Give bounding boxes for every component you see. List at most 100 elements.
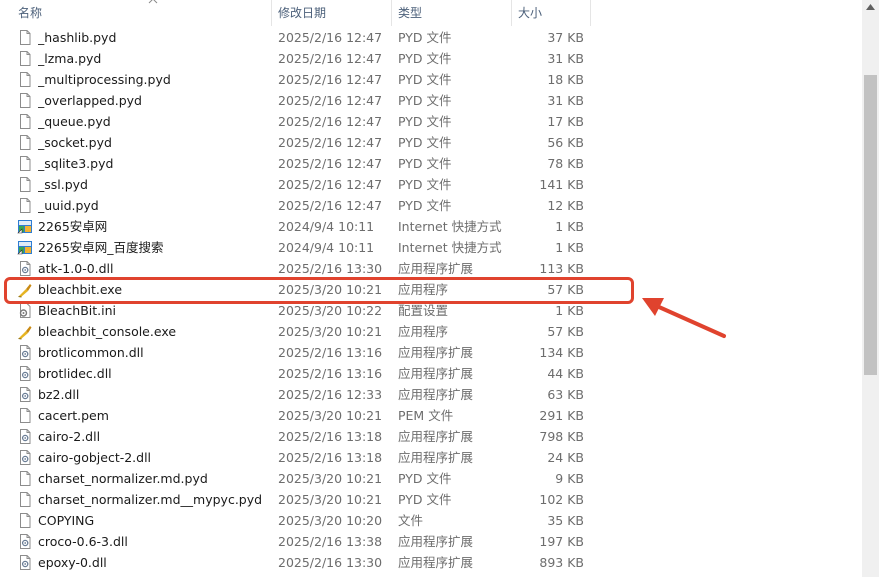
url-shortcut-icon — [17, 239, 33, 256]
file-type: PYD 文件 — [398, 198, 452, 213]
file-date: 2025/2/16 12:47 — [278, 135, 383, 150]
file-row[interactable]: bz2.dll 2025/2/16 12:33 应用程序扩展 63 KB — [0, 384, 862, 405]
file-date: 2025/2/16 12:47 — [278, 93, 383, 108]
file-name: cairo-2.dll — [38, 429, 101, 444]
file-name: _ssl.pyd — [38, 177, 88, 192]
column-header-date[interactable]: 修改日期 — [271, 0, 391, 26]
file-row[interactable]: croco-0.6-3.dll 2025/2/16 13:38 应用程序扩展 197 … — [0, 531, 862, 552]
file-row[interactable]: brotlicommon.dll 2025/2/16 13:16 应用程序扩展 134… — [0, 342, 862, 363]
file-date: 2025/2/16 12:47 — [278, 156, 383, 171]
dll-icon — [17, 365, 33, 382]
scrollbar-thumb[interactable] — [864, 75, 877, 375]
file-name: _socket.pyd — [38, 135, 112, 150]
file-name: 2265安卓网 — [38, 219, 108, 234]
vertical-scrollbar[interactable] — [862, 0, 879, 577]
file-type: PYD 文件 — [398, 51, 452, 66]
file-row[interactable]: cairo-2.dll 2025/2/16 13:18 应用程序扩展 798 KB — [0, 426, 862, 447]
file-name: _sqlite3.pyd — [38, 156, 114, 171]
file-type: PYD 文件 — [398, 135, 452, 150]
file-icon — [17, 197, 33, 214]
file-icon — [17, 29, 33, 46]
file-date: 2025/2/16 13:18 — [278, 429, 383, 444]
file-row[interactable]: _hashlib.pyd 2025/2/16 12:47 PYD 文件 37 KB — [0, 27, 862, 48]
file-icon — [17, 176, 33, 193]
file-icon — [17, 491, 33, 508]
dll-icon — [17, 554, 33, 571]
file-row[interactable]: 2265安卓网 2024/9/4 10:11 Internet 快捷方式 1 KB — [0, 216, 862, 237]
file-name: epoxy-0.dll — [38, 555, 107, 570]
file-icon — [17, 407, 33, 424]
file-name: _uuid.pyd — [38, 198, 99, 213]
file-type: 应用程序扩展 — [398, 450, 474, 465]
file-name: bleachbit_console.exe — [38, 324, 177, 339]
file-type: 应用程序扩展 — [398, 387, 474, 402]
file-size: 18 KB — [547, 72, 584, 87]
column-header-type-label: 类型 — [398, 6, 423, 20]
file-type: PEM 文件 — [398, 408, 454, 423]
file-size: 102 KB — [539, 492, 584, 507]
file-row[interactable]: brotlidec.dll 2025/2/16 13:16 应用程序扩展 44 KB — [0, 363, 862, 384]
file-row[interactable]: _sqlite3.pyd 2025/2/16 12:47 PYD 文件 78 KB — [0, 153, 862, 174]
column-header-name-label: 名称 — [18, 6, 43, 20]
file-size: 141 KB — [539, 177, 584, 192]
file-date: 2025/2/16 12:47 — [278, 72, 383, 87]
file-name: cacert.pem — [38, 408, 109, 423]
file-type: Internet 快捷方式 — [398, 240, 502, 255]
file-type: 应用程序扩展 — [398, 261, 474, 276]
ini-icon — [17, 302, 33, 319]
file-row[interactable]: charset_normalizer.md__mypyc.pyd 2025/3/2… — [0, 489, 862, 510]
file-row[interactable]: 2265安卓网_百度搜索 2024/9/4 10:11 Internet 快捷方式 1… — [0, 237, 862, 258]
file-row[interactable]: _uuid.pyd 2025/2/16 12:47 PYD 文件 12 KB — [0, 195, 862, 216]
file-size: 31 KB — [547, 93, 584, 108]
file-name: 2265安卓网_百度搜索 — [38, 240, 164, 255]
file-size: 197 KB — [539, 534, 584, 549]
file-row[interactable]: atk-1.0-0.dll 2025/2/16 13:30 应用程序扩展 113 KB — [0, 258, 862, 279]
file-row[interactable]: _ssl.pyd 2025/2/16 12:47 PYD 文件 141 KB — [0, 174, 862, 195]
file-row[interactable]: bleachbit_console.exe 2025/3/20 10:21 应用程序… — [0, 321, 862, 342]
file-date: 2025/2/16 13:16 — [278, 366, 383, 381]
file-row[interactable]: _multiprocessing.pyd 2025/2/16 12:47 PYD 文… — [0, 69, 862, 90]
file-row[interactable]: _socket.pyd 2025/2/16 12:47 PYD 文件 56 KB — [0, 132, 862, 153]
file-row[interactable]: cacert.pem 2025/3/20 10:21 PEM 文件 291 KB — [0, 405, 862, 426]
file-type: PYD 文件 — [398, 30, 452, 45]
file-type: PYD 文件 — [398, 93, 452, 108]
file-name: croco-0.6-3.dll — [38, 534, 128, 549]
file-size: 31 KB — [547, 51, 584, 66]
file-name: _lzma.pyd — [38, 51, 102, 66]
file-icon — [17, 155, 33, 172]
column-header-type[interactable]: 类型 — [391, 0, 511, 26]
file-row[interactable]: charset_normalizer.md.pyd 2025/3/20 10:21… — [0, 468, 862, 489]
sort-ascending-icon — [148, 0, 158, 4]
file-row[interactable]: _overlapped.pyd 2025/2/16 12:47 PYD 文件 31 K… — [0, 90, 862, 111]
file-name: _queue.pyd — [38, 114, 111, 129]
file-name: brotlicommon.dll — [38, 345, 144, 360]
file-row[interactable]: COPYING 2025/3/20 10:20 文件 35 KB — [0, 510, 862, 531]
scroll-up-icon[interactable] — [866, 4, 875, 10]
bleachbit-icon — [17, 323, 33, 340]
column-header-size[interactable]: 大小 — [511, 0, 591, 26]
file-name: _overlapped.pyd — [38, 93, 142, 108]
file-type: 应用程序扩展 — [398, 429, 474, 444]
file-size: 291 KB — [539, 408, 584, 423]
file-type: PYD 文件 — [398, 492, 452, 507]
annotation-highlight-box — [4, 277, 634, 304]
file-date: 2025/2/16 12:47 — [278, 30, 383, 45]
file-row[interactable]: _queue.pyd 2025/2/16 12:47 PYD 文件 17 KB — [0, 111, 862, 132]
file-date: 2025/2/16 12:47 — [278, 51, 383, 66]
file-date: 2025/2/16 13:30 — [278, 555, 383, 570]
file-size: 57 KB — [547, 324, 584, 339]
file-size: 1 KB — [555, 219, 584, 234]
file-row[interactable]: cairo-gobject-2.dll 2025/2/16 13:18 应用程序扩展… — [0, 447, 862, 468]
file-type: 应用程序扩展 — [398, 366, 474, 381]
file-row[interactable]: _lzma.pyd 2025/2/16 12:47 PYD 文件 31 KB — [0, 48, 862, 69]
dll-icon — [17, 260, 33, 277]
file-date: 2025/3/20 10:21 — [278, 471, 383, 486]
file-type: PYD 文件 — [398, 72, 452, 87]
file-type: 文件 — [398, 513, 424, 528]
file-row[interactable]: epoxy-0.dll 2025/2/16 13:30 应用程序扩展 893 KB — [0, 552, 862, 573]
file-type: 应用程序 — [398, 324, 449, 339]
file-date: 2025/3/20 10:21 — [278, 324, 383, 339]
file-date: 2025/3/20 10:21 — [278, 408, 383, 423]
file-name: charset_normalizer.md.pyd — [38, 471, 208, 486]
column-header-name[interactable]: 名称 — [12, 0, 270, 26]
